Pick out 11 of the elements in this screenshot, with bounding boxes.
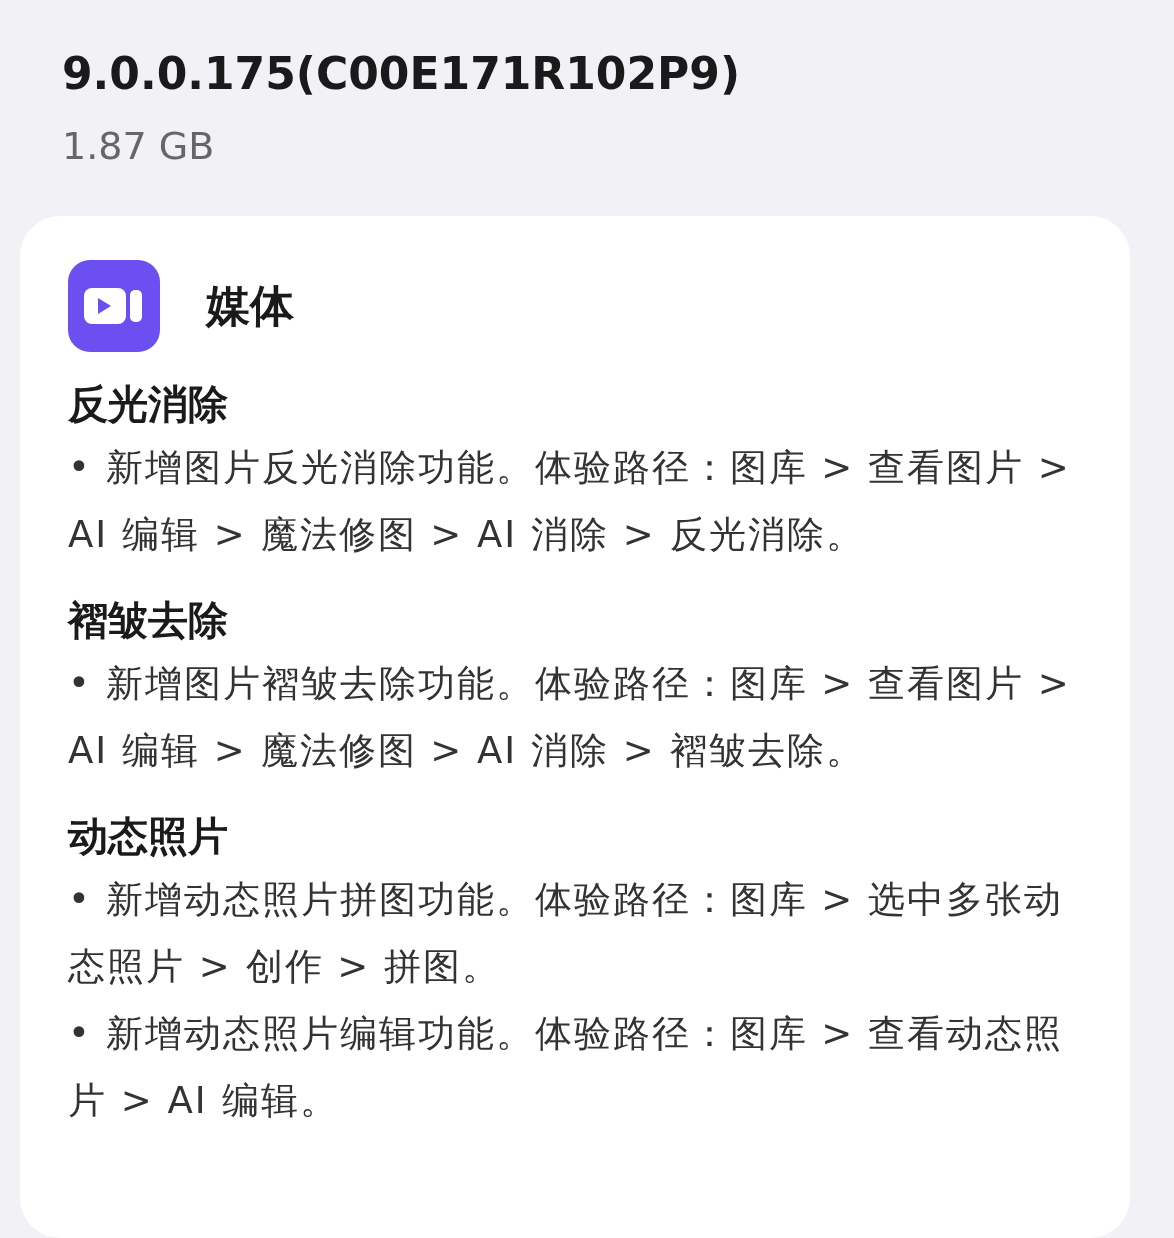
feature-description: • 新增动态照片拼图功能。体验路径：图库 > 选中多张动态照片 > 创作 > 拼图。: [68, 877, 1065, 990]
section-heading: 反光消除: [68, 380, 229, 429]
video-icon: [68, 260, 160, 352]
feature-description: • 新增图片反光消除功能。体验路径：图库 > 查看图片 > AI 编辑 > 魔法修图 > AI 消除 > 反光消除。: [68, 445, 1072, 558]
update-size: 1.87 GB: [62, 123, 216, 170]
card-title: 媒体: [206, 279, 294, 333]
feature-description: • 新增动态照片编辑功能。体验路径：图库 > 查看动态照片 > AI 编辑。: [68, 1011, 1065, 1124]
section-heading: 褶皱去除: [68, 596, 229, 645]
version-number: 9.0.0.175(C00E171R102P9): [62, 47, 742, 101]
feature-description: • 新增图片褶皱去除功能。体验路径：图库 > 查看图片 > AI 编辑 > 魔法修图 > AI 消除 > 褶皱去除。: [68, 661, 1072, 774]
section-heading: 动态照片: [68, 812, 229, 861]
